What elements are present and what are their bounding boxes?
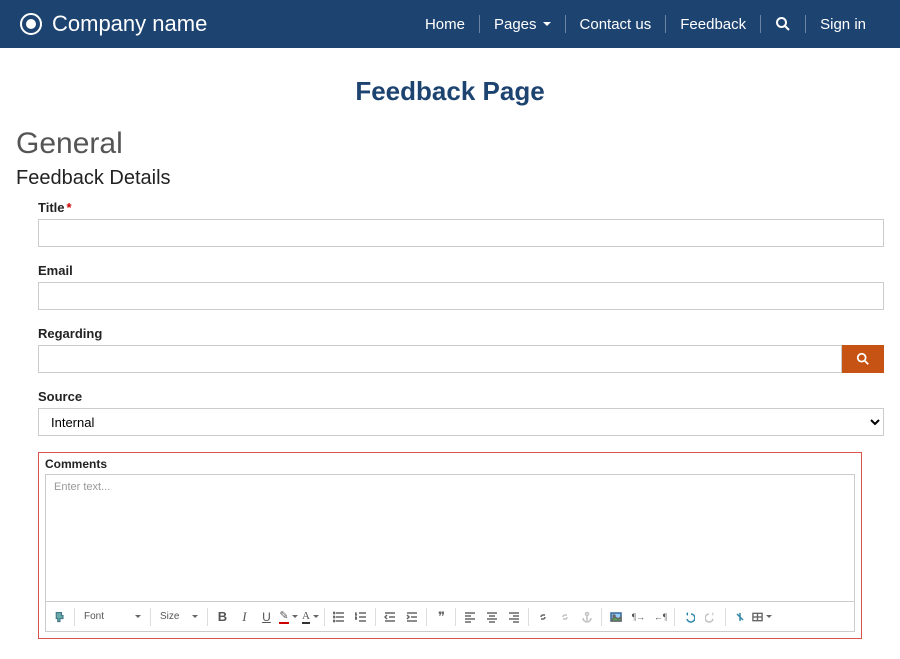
- clear-format-button[interactable]: [730, 607, 750, 627]
- brand-name: Company name: [52, 11, 207, 37]
- indent-button[interactable]: [402, 607, 422, 627]
- font-color-button[interactable]: A: [300, 607, 320, 627]
- section-heading: General: [16, 127, 884, 161]
- required-marker: *: [67, 200, 72, 215]
- image-button[interactable]: [606, 607, 626, 627]
- nav-signin[interactable]: Sign in: [806, 16, 880, 33]
- nav-home[interactable]: Home: [411, 16, 479, 33]
- unlink-button[interactable]: [555, 607, 575, 627]
- title-label: Title*: [38, 200, 884, 215]
- align-center-button[interactable]: [482, 607, 502, 627]
- comments-label: Comments: [45, 457, 855, 471]
- redo-button[interactable]: [701, 607, 721, 627]
- brand-logo-icon: [20, 13, 42, 35]
- font-dropdown[interactable]: Font: [79, 610, 146, 623]
- regarding-label: Regarding: [38, 326, 884, 341]
- nav-search-button[interactable]: [761, 16, 805, 32]
- field-title: Title*: [38, 200, 884, 247]
- field-regarding: Regarding: [38, 326, 884, 373]
- form-section: General Feedback Details Title* Email Re…: [0, 127, 900, 639]
- page-title: Feedback Page: [0, 76, 900, 107]
- undo-button[interactable]: [679, 607, 699, 627]
- chevron-down-icon: [543, 22, 551, 26]
- search-icon: [856, 352, 870, 366]
- format-painter-icon[interactable]: [50, 607, 70, 627]
- nav-pages[interactable]: Pages: [480, 16, 565, 33]
- numbered-list-button[interactable]: 12: [351, 607, 371, 627]
- bullet-list-button[interactable]: [329, 607, 349, 627]
- navbar: Company name Home Pages Contact us Feedb…: [0, 0, 900, 48]
- italic-button[interactable]: I: [234, 607, 254, 627]
- align-right-button[interactable]: [504, 607, 524, 627]
- field-email: Email: [38, 263, 884, 310]
- regarding-input[interactable]: [38, 345, 842, 373]
- rtl-button[interactable]: ←¶: [650, 607, 670, 627]
- quote-button[interactable]: ❞: [431, 607, 451, 627]
- comments-editor[interactable]: Enter text...: [45, 474, 855, 602]
- section-subheading: Feedback Details: [16, 167, 884, 190]
- regarding-lookup-button[interactable]: [842, 345, 884, 373]
- search-icon: [775, 16, 791, 32]
- title-input[interactable]: [38, 219, 884, 247]
- size-dropdown[interactable]: Size: [155, 610, 203, 623]
- brand[interactable]: Company name: [20, 11, 207, 37]
- field-comments-highlighted: Comments Enter text... Font Size B I U ✎: [38, 452, 862, 639]
- highlight-color-button[interactable]: ✎: [278, 607, 298, 627]
- nav-feedback[interactable]: Feedback: [666, 16, 760, 33]
- chevron-down-icon: [135, 615, 141, 618]
- email-label: Email: [38, 263, 884, 278]
- align-left-button[interactable]: [460, 607, 480, 627]
- svg-text:2: 2: [355, 616, 357, 620]
- bold-button[interactable]: B: [212, 607, 232, 627]
- chevron-down-icon: [192, 615, 198, 618]
- email-input[interactable]: [38, 282, 884, 310]
- editor-toolbar: Font Size B I U ✎ A 12 ❞: [45, 602, 855, 632]
- outdent-button[interactable]: [380, 607, 400, 627]
- source-label: Source: [38, 389, 884, 404]
- table-button[interactable]: [752, 607, 772, 627]
- field-source: Source Internal: [38, 389, 884, 436]
- nav-right: Home Pages Contact us Feedback Sign in: [411, 15, 880, 33]
- anchor-button[interactable]: [577, 607, 597, 627]
- source-select[interactable]: Internal: [38, 408, 884, 436]
- link-button[interactable]: [533, 607, 553, 627]
- underline-button[interactable]: U: [256, 607, 276, 627]
- ltr-button[interactable]: ¶→: [628, 607, 648, 627]
- nav-contact[interactable]: Contact us: [566, 16, 666, 33]
